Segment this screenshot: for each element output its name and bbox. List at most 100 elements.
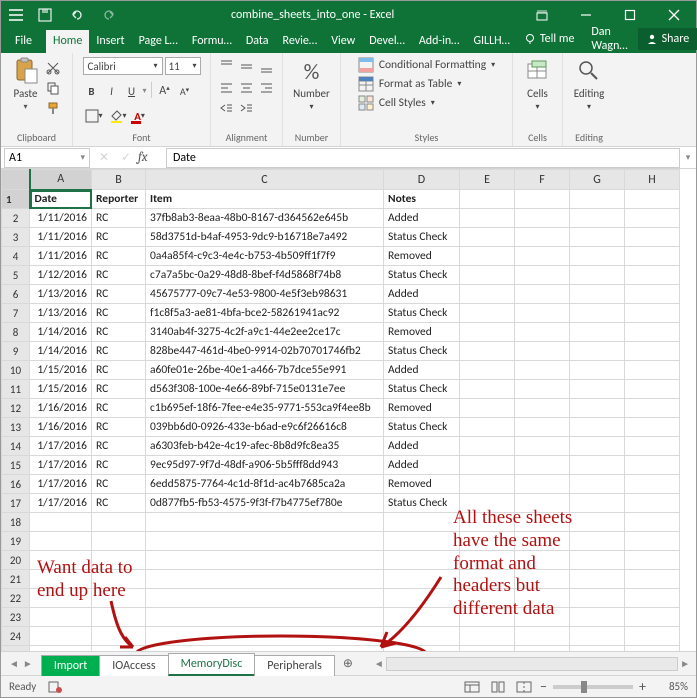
- select-all-button[interactable]: [2, 170, 30, 190]
- cell[interactable]: [460, 380, 515, 399]
- cell[interactable]: RC: [92, 437, 146, 456]
- cell[interactable]: [570, 513, 625, 532]
- cell[interactable]: Status Check: [384, 418, 460, 437]
- cell[interactable]: 1/15/2016: [30, 361, 92, 380]
- cell[interactable]: [515, 494, 570, 513]
- cell[interactable]: 1/17/2016: [30, 437, 92, 456]
- row-header[interactable]: 16: [2, 475, 30, 494]
- cell[interactable]: 1/17/2016: [30, 494, 92, 513]
- cell[interactable]: [625, 532, 680, 551]
- sheet-tab-ioaccess[interactable]: IOAccess: [99, 655, 168, 676]
- cell[interactable]: Status Check: [384, 342, 460, 361]
- cell[interactable]: [515, 475, 570, 494]
- ribbon-tab-home[interactable]: Home: [46, 30, 89, 53]
- qat-undo-icon[interactable]: [65, 5, 89, 25]
- cell[interactable]: [625, 190, 680, 209]
- cell[interactable]: [92, 570, 146, 589]
- chevron-down-icon[interactable]: ▾: [80, 152, 85, 163]
- conditional-formatting-button[interactable]: Conditional Formatting▾: [358, 57, 495, 73]
- cell[interactable]: [625, 646, 680, 652]
- cell[interactable]: 1/16/2016: [30, 399, 92, 418]
- row-header[interactable]: 24: [2, 627, 30, 646]
- cancel-formula-button[interactable]: ✕: [94, 150, 114, 165]
- cell[interactable]: RC: [92, 247, 146, 266]
- row-header[interactable]: 11: [2, 380, 30, 399]
- decrease-indent-button[interactable]: [218, 99, 236, 117]
- cell[interactable]: [384, 627, 460, 646]
- cell[interactable]: 9ec95d97-9f7d-48df-a906-5b5fff8dd943: [146, 456, 384, 475]
- cell[interactable]: 58d3751d-b4af-4953-9dc9-b16718e7a492: [146, 228, 384, 247]
- cell[interactable]: [146, 551, 384, 570]
- cell[interactable]: [570, 323, 625, 342]
- paste-button[interactable]: Paste ▾: [12, 57, 40, 112]
- cell[interactable]: 3140ab4f-3275-4c2f-a9c1-44e2ee2ce17c: [146, 323, 384, 342]
- number-format-button[interactable]: % Number ▾: [293, 57, 330, 112]
- cell[interactable]: [625, 437, 680, 456]
- cell[interactable]: [30, 646, 92, 652]
- cell[interactable]: [92, 532, 146, 551]
- cell[interactable]: [570, 570, 625, 589]
- cell[interactable]: [570, 437, 625, 456]
- cell[interactable]: [515, 532, 570, 551]
- page-break-view-button[interactable]: [514, 679, 534, 695]
- increase-font-button[interactable]: A▴: [156, 82, 174, 100]
- zoom-in-button[interactable]: +: [639, 678, 646, 695]
- cell[interactable]: Added: [384, 437, 460, 456]
- sheet-nav-next[interactable]: ►: [23, 657, 33, 670]
- column-header-F[interactable]: F: [515, 170, 570, 190]
- cell[interactable]: [515, 190, 570, 209]
- cell[interactable]: [570, 532, 625, 551]
- row-header[interactable]: 21: [2, 570, 30, 589]
- row-header[interactable]: 23: [2, 608, 30, 627]
- cell[interactable]: [460, 418, 515, 437]
- row-header[interactable]: 1: [2, 190, 30, 209]
- user-name[interactable]: Dan Wagn…: [583, 25, 635, 53]
- cell[interactable]: [570, 494, 625, 513]
- cell[interactable]: 1/12/2016: [30, 266, 92, 285]
- cell[interactable]: [625, 361, 680, 380]
- normal-view-button[interactable]: [462, 679, 482, 695]
- cell[interactable]: [92, 646, 146, 652]
- ribbon-tab-formu[interactable]: Formu…: [185, 30, 239, 53]
- column-header-E[interactable]: E: [460, 170, 515, 190]
- cell[interactable]: [515, 399, 570, 418]
- cell[interactable]: [384, 608, 460, 627]
- cell[interactable]: [92, 513, 146, 532]
- column-header-G[interactable]: G: [570, 170, 625, 190]
- cell[interactable]: [460, 513, 515, 532]
- cell[interactable]: [570, 456, 625, 475]
- cell[interactable]: Added: [384, 209, 460, 228]
- cell[interactable]: [515, 342, 570, 361]
- row-header[interactable]: 7: [2, 304, 30, 323]
- cell[interactable]: Notes: [384, 190, 460, 209]
- cell[interactable]: [625, 418, 680, 437]
- cell[interactable]: [515, 646, 570, 652]
- cell[interactable]: [146, 608, 384, 627]
- cell[interactable]: [384, 551, 460, 570]
- cell[interactable]: 1/13/2016: [30, 285, 92, 304]
- formula-bar[interactable]: Date: [166, 148, 680, 168]
- italic-button[interactable]: I: [103, 82, 121, 100]
- cell[interactable]: [30, 513, 92, 532]
- cell[interactable]: [570, 646, 625, 652]
- cell[interactable]: [146, 532, 384, 551]
- row-header[interactable]: 19: [2, 532, 30, 551]
- cells-button[interactable]: Cells ▾: [524, 57, 552, 112]
- macro-record-icon[interactable]: [48, 680, 62, 694]
- sheet-tab-import[interactable]: Import: [41, 655, 100, 676]
- row-header[interactable]: 20: [2, 551, 30, 570]
- row-header[interactable]: 10: [2, 361, 30, 380]
- cell[interactable]: RC: [92, 456, 146, 475]
- cell[interactable]: [460, 494, 515, 513]
- cell[interactable]: 1/14/2016: [30, 342, 92, 361]
- cell[interactable]: [570, 627, 625, 646]
- cell[interactable]: [460, 646, 515, 652]
- cell[interactable]: [515, 228, 570, 247]
- cell[interactable]: [625, 247, 680, 266]
- cell[interactable]: 039bb6d0-0926-433e-b6ad-e9c6f26616c8: [146, 418, 384, 437]
- cell[interactable]: 828be447-461d-4be0-9914-02b70701746fb2: [146, 342, 384, 361]
- cell[interactable]: [570, 209, 625, 228]
- zoom-out-button[interactable]: −: [540, 678, 547, 695]
- column-header-B[interactable]: B: [92, 170, 146, 190]
- format-painter-button[interactable]: [44, 99, 62, 117]
